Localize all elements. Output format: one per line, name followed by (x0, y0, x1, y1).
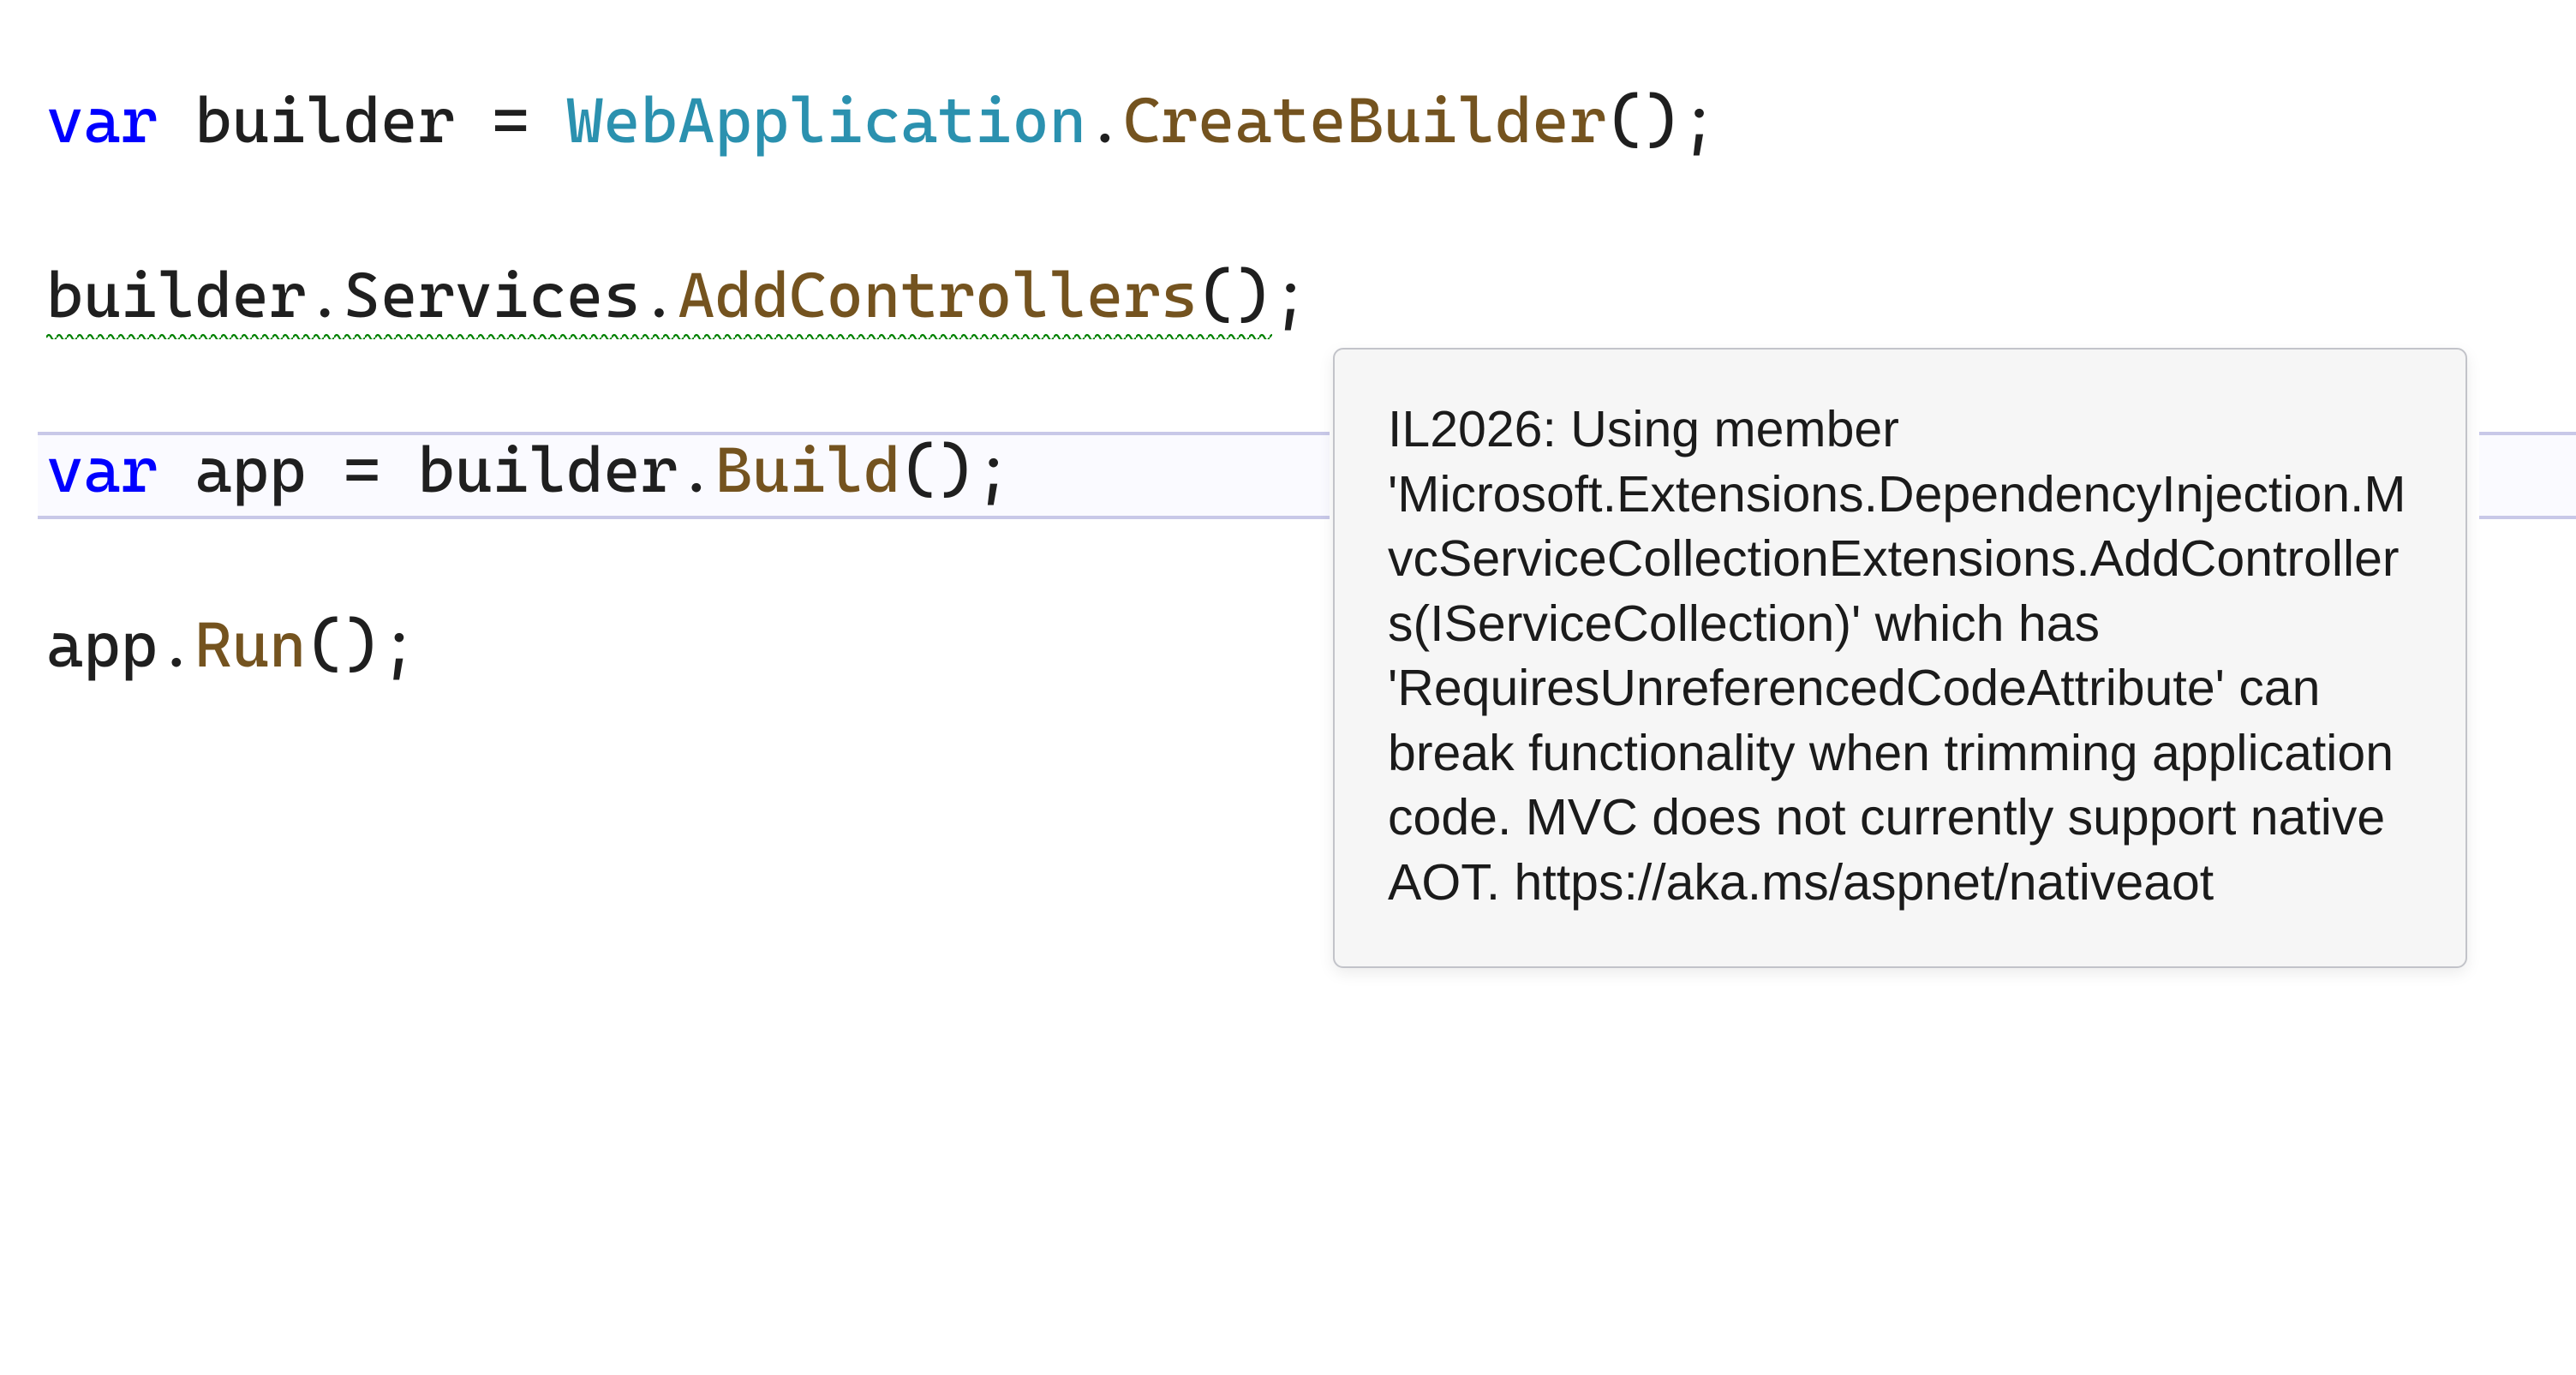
whitespace (158, 84, 194, 158)
code-line-1[interactable]: var builder = WebApplication.CreateBuild… (46, 77, 2576, 164)
identifier-app: app (46, 608, 158, 682)
punct-dot: . (307, 259, 344, 332)
whitespace (380, 433, 417, 507)
punct-parens: () (1198, 259, 1272, 332)
punct-dot: . (641, 259, 678, 332)
warning-tooltip: IL2026: Using member 'Microsoft.Extensio… (1333, 348, 2467, 968)
code-line-3[interactable]: builder.Services.AddControllers(); (46, 252, 2576, 339)
identifier-builder: builder (418, 433, 678, 507)
punct-semi: ; (1272, 259, 1309, 332)
whitespace (307, 433, 344, 507)
keyword-var: var (46, 433, 158, 507)
identifier-services: Services (344, 259, 641, 332)
identifier-builder: builder (194, 84, 455, 158)
method-createbuilder: CreateBuilder (1123, 84, 1606, 158)
identifier-builder: builder (46, 259, 307, 332)
whitespace (158, 433, 194, 507)
method-run: Run (194, 608, 306, 682)
whitespace (529, 84, 566, 158)
type-webapplication: WebApplication (566, 84, 1086, 158)
identifier-app: app (194, 433, 306, 507)
punct-parens-semi: (); (307, 608, 418, 682)
operator-equals: = (344, 433, 380, 507)
punct-parens-semi: (); (1606, 84, 1718, 158)
whitespace (455, 84, 492, 158)
punct-dot: . (158, 608, 194, 682)
keyword-var: var (46, 84, 158, 158)
code-line-2-blank[interactable] (46, 164, 2576, 252)
punct-dot: . (678, 433, 714, 507)
punct-parens-semi: (); (900, 433, 1012, 507)
warning-tooltip-text: IL2026: Using member 'Microsoft.Extensio… (1388, 401, 2406, 911)
operator-equals: = (492, 84, 529, 158)
method-addcontrollers: AddControllers (678, 259, 1198, 332)
punct-dot: . (1086, 84, 1123, 158)
method-build: Build (714, 433, 900, 507)
